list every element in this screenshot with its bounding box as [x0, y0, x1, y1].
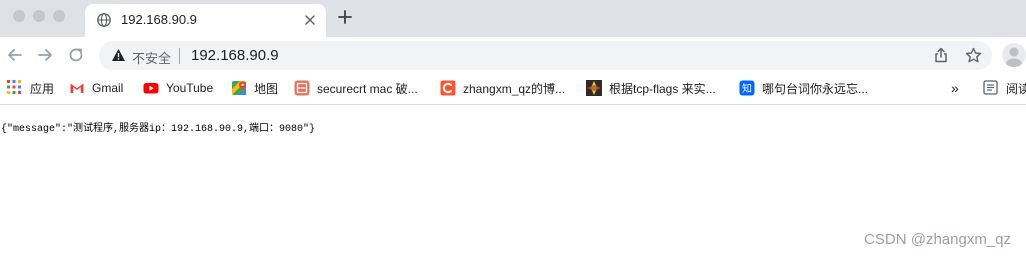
- jianshu-icon: [294, 80, 310, 96]
- close-tab-icon[interactable]: [304, 13, 316, 31]
- bookmark-label: 阅读: [1006, 81, 1026, 96]
- bookmarks-overflow-button[interactable]: »: [951, 79, 959, 97]
- browser-toolbar: 不安全 192.168.90.9: [0, 37, 1026, 73]
- bookmark-label: YouTube: [166, 81, 214, 95]
- reload-icon[interactable]: [67, 46, 85, 69]
- svg-text:知: 知: [742, 82, 752, 95]
- bookmark-securecrt[interactable]: securecrt mac 破...: [294, 79, 418, 97]
- bookmark-label: zhangxm_qz的博...: [463, 81, 566, 96]
- zhihu-icon: 知: [739, 80, 755, 96]
- bookmark-label: securecrt mac 破...: [317, 81, 418, 96]
- not-secure-warning-icon[interactable]: [111, 48, 126, 67]
- active-tab[interactable]: 192.168.90.9: [85, 4, 326, 37]
- address-bar[interactable]: 不安全 192.168.90.9: [99, 41, 992, 70]
- tab-title: 192.168.90.9: [121, 12, 197, 27]
- minimize-window-button[interactable]: [33, 10, 45, 22]
- profile-avatar-icon[interactable]: [1002, 43, 1026, 67]
- new-tab-icon[interactable]: [337, 9, 353, 30]
- reading-list-icon: [983, 80, 999, 96]
- bookmark-maps[interactable]: 地图: [231, 79, 278, 97]
- bookmark-label: 地图: [254, 81, 279, 96]
- bookmark-youtube[interactable]: YouTube: [143, 79, 213, 97]
- colorful-tiles-icon: [586, 80, 602, 96]
- maximize-window-button[interactable]: [53, 10, 65, 22]
- apps-grid-icon: [7, 80, 23, 96]
- back-icon[interactable]: [6, 46, 24, 69]
- bookmark-star-icon[interactable]: [965, 47, 982, 69]
- json-response-text: {"message":"测试程序,服务器ip：192.168.90.9,端口：9…: [1, 124, 316, 135]
- globe-icon: [97, 13, 111, 32]
- page-content: {"message":"测试程序,服务器ip：192.168.90.9,端口：9…: [0, 105, 1026, 256]
- bookmark-tcp-flags[interactable]: 根据tcp-flags 来实...: [586, 79, 716, 97]
- divider: [179, 48, 180, 64]
- bookmarks-bar: 应用 Gmail YouTube 地图 securecrt mac 破... z…: [0, 73, 1026, 105]
- bookmark-gmail[interactable]: Gmail: [69, 79, 123, 97]
- security-status-label[interactable]: 不安全: [132, 48, 171, 67]
- reading-list-button[interactable]: 阅读: [983, 79, 1026, 97]
- bookmark-label: 应用: [30, 81, 55, 96]
- bookmark-label: 哪句台词你永远忘...: [762, 81, 869, 96]
- watermark: CSDN @zhangxm_qz: [864, 231, 1011, 248]
- tab-strip: 192.168.90.9: [0, 0, 1026, 37]
- bookmark-csdn-blog[interactable]: zhangxm_qz的博...: [440, 79, 565, 97]
- bookmark-label: Gmail: [92, 81, 124, 95]
- close-window-button[interactable]: [13, 10, 25, 22]
- share-icon[interactable]: [933, 47, 949, 68]
- csdn-icon: [440, 80, 456, 96]
- bookmark-zhihu[interactable]: 知 哪句台词你永远忘...: [739, 79, 868, 97]
- bookmark-label: 根据tcp-flags 来实...: [609, 81, 716, 96]
- url-text[interactable]: 192.168.90.9: [191, 47, 279, 64]
- overflow-chevron-icon: »: [951, 80, 959, 96]
- bookmark-apps[interactable]: 应用: [7, 79, 54, 97]
- youtube-icon: [143, 80, 159, 96]
- forward-icon[interactable]: [36, 46, 54, 69]
- maps-icon: [231, 80, 247, 96]
- gmail-icon: [69, 80, 85, 96]
